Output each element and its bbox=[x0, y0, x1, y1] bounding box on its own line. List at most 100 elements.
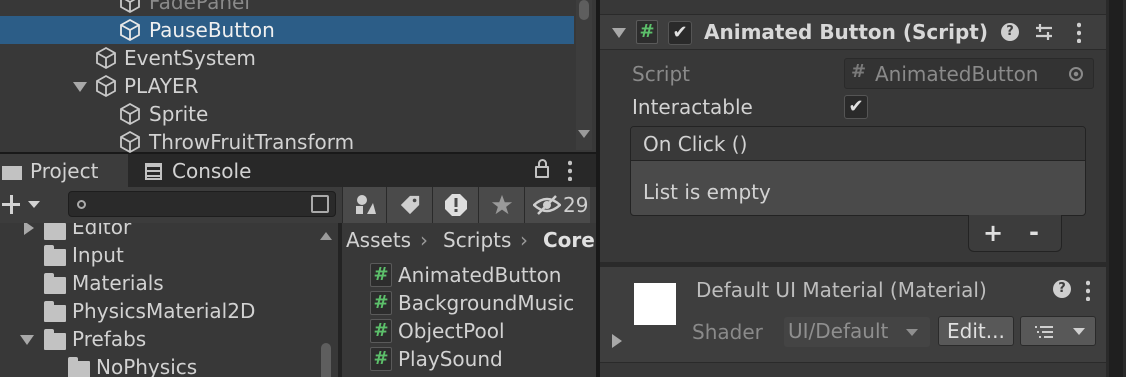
hierarchy-item-label: EventSystem bbox=[124, 46, 256, 70]
hidden-count: 29 bbox=[563, 193, 589, 217]
favorites-button[interactable] bbox=[478, 187, 524, 223]
script-value: AnimatedButton bbox=[875, 62, 1039, 86]
foldout-arrow-icon[interactable] bbox=[612, 28, 626, 38]
folder-label: Input bbox=[72, 243, 124, 267]
project-toolbar: 29 bbox=[0, 187, 596, 223]
scrollbar-thumb[interactable] bbox=[1109, 0, 1123, 377]
hierarchy-item-sprite[interactable]: Sprite bbox=[0, 100, 574, 128]
file-browser: Assets › Scripts › Core # AnimatedButton… bbox=[342, 223, 596, 377]
folder-item-materials[interactable]: Materials bbox=[0, 269, 316, 297]
component-header[interactable]: # ✔ Animated Button (Script) ? bbox=[600, 14, 1106, 50]
tab-console-label: Console bbox=[172, 159, 252, 183]
lock-shackle-icon bbox=[538, 159, 547, 168]
folder-open-icon bbox=[44, 329, 66, 350]
inspector-scrollbar[interactable] bbox=[1106, 0, 1126, 377]
file-item-animatedbutton[interactable]: # AnimatedButton bbox=[342, 261, 596, 289]
search-by-type-button[interactable] bbox=[342, 187, 386, 223]
csharp-script-icon: # bbox=[370, 347, 392, 371]
search-by-importlog-button[interactable] bbox=[432, 187, 478, 223]
add-listener-button[interactable]: + bbox=[983, 219, 1003, 247]
breadcrumb-item-scripts[interactable]: Scripts bbox=[443, 226, 511, 254]
help-icon[interactable]: ? bbox=[1053, 280, 1071, 298]
breadcrumb-item-core[interactable]: Core bbox=[543, 226, 595, 254]
interactable-checkbox[interactable]: ✔ bbox=[844, 95, 868, 119]
hierarchy-scrollbar[interactable] bbox=[576, 0, 592, 150]
more-menu-icon[interactable] bbox=[1086, 279, 1090, 301]
folder-icon bbox=[68, 357, 90, 377]
file-item-playsound[interactable]: # PlaySound bbox=[342, 345, 596, 373]
more-menu-icon[interactable] bbox=[568, 159, 572, 181]
shader-value: UI/Default bbox=[788, 319, 889, 343]
tab-project[interactable]: Project bbox=[0, 154, 128, 187]
folder-icon bbox=[44, 301, 66, 322]
component-title: Animated Button (Script) bbox=[704, 20, 988, 44]
hierarchy-item-eventsystem[interactable]: EventSystem bbox=[0, 44, 574, 72]
folder-icon bbox=[2, 166, 22, 180]
create-button[interactable] bbox=[0, 187, 46, 223]
scroll-up-icon[interactable] bbox=[320, 232, 332, 240]
help-icon[interactable]: ? bbox=[1001, 23, 1019, 41]
remove-listener-button[interactable]: - bbox=[1029, 218, 1039, 246]
console-icon bbox=[145, 163, 162, 180]
folder-item-input[interactable]: Input bbox=[0, 241, 316, 269]
expand-arrow-icon[interactable] bbox=[20, 335, 34, 345]
material-preview[interactable] bbox=[634, 283, 676, 325]
expand-arrow-icon[interactable] bbox=[73, 82, 87, 92]
edit-shader-label: Edit... bbox=[947, 319, 1005, 343]
file-item-backgroundmusic[interactable]: # BackgroundMusic bbox=[342, 289, 596, 317]
object-picker-icon[interactable] bbox=[1069, 67, 1083, 81]
hierarchy-item-player[interactable]: PLAYER bbox=[0, 72, 574, 100]
component-enabled-checkbox[interactable]: ✔ bbox=[668, 21, 692, 45]
onclick-event: On Click () List is empty bbox=[630, 126, 1086, 216]
breadcrumb: Assets › Scripts › Core bbox=[342, 223, 596, 257]
folder-tree: Editor Input Materials PhysicsMaterial2D… bbox=[0, 223, 338, 377]
folder-item-prefabs[interactable]: Prefabs bbox=[0, 325, 316, 353]
folder-icon bbox=[44, 245, 66, 266]
more-menu-icon[interactable] bbox=[1077, 21, 1081, 43]
foldout-arrow-icon[interactable] bbox=[612, 334, 622, 348]
csharp-script-icon: # bbox=[370, 291, 392, 315]
tab-console[interactable]: Console bbox=[136, 154, 286, 187]
breadcrumb-separator-icon: › bbox=[520, 228, 528, 252]
folder-item-physicsmaterial2d[interactable]: PhysicsMaterial2D bbox=[0, 297, 316, 325]
folder-tree-scrollbar[interactable] bbox=[318, 223, 334, 377]
hierarchy-item-label: PLAYER bbox=[124, 74, 199, 98]
tab-project-label: Project bbox=[30, 159, 99, 183]
hierarchy-item-fadepanel[interactable]: FadePanel bbox=[0, 0, 576, 16]
search-by-label-button[interactable] bbox=[386, 187, 432, 223]
hierarchy-item-label: ThrowFruitTransform bbox=[149, 130, 355, 154]
tag-icon bbox=[400, 195, 419, 215]
scrollbar-thumb[interactable] bbox=[579, 0, 589, 20]
script-label: Script bbox=[632, 62, 691, 86]
scroll-down-icon[interactable] bbox=[578, 130, 590, 138]
search-input[interactable] bbox=[68, 191, 336, 217]
eye-hidden-icon bbox=[533, 195, 561, 215]
file-item-objectpool[interactable]: # ObjectPool bbox=[342, 317, 596, 345]
folder-item-nophysics[interactable]: NoPhysics bbox=[0, 353, 316, 377]
plus-icon-vertical bbox=[9, 195, 13, 214]
inspector-panel: # ✔ Animated Button (Script) ? Script # … bbox=[600, 0, 1106, 377]
hierarchy-item-pausebutton[interactable]: PauseButton bbox=[0, 16, 574, 44]
presets-icon[interactable] bbox=[1034, 22, 1054, 42]
expand-arrow-icon[interactable] bbox=[24, 223, 34, 235]
edit-shader-button[interactable]: Edit... bbox=[938, 316, 1014, 346]
hierarchy-item-label: FadePanel bbox=[149, 0, 250, 14]
scrollbar-thumb[interactable] bbox=[321, 343, 331, 377]
file-label: AnimatedButton bbox=[398, 263, 562, 287]
folder-item-editor[interactable]: Editor bbox=[0, 223, 316, 241]
hierarchy-item-label: Sprite bbox=[149, 102, 209, 126]
shader-label: Shader bbox=[692, 320, 763, 344]
search-popout-icon[interactable] bbox=[311, 195, 329, 213]
hidden-packages-button[interactable]: 29 bbox=[524, 187, 590, 223]
list-icon bbox=[1035, 326, 1053, 338]
file-label: PlaySound bbox=[398, 347, 503, 371]
breadcrumb-item-assets[interactable]: Assets bbox=[346, 226, 411, 254]
csharp-script-icon: # bbox=[851, 61, 867, 82]
csharp-script-icon: # bbox=[636, 20, 658, 44]
hierarchy-item-throwfruittransform[interactable]: ThrowFruitTransform bbox=[0, 128, 574, 156]
folder-icon bbox=[44, 223, 66, 240]
shader-dropdown[interactable]: UI/Default bbox=[784, 317, 930, 347]
breadcrumb-separator-icon: › bbox=[420, 228, 428, 252]
shapes-icon bbox=[355, 195, 376, 214]
shader-options-dropdown[interactable] bbox=[1020, 316, 1096, 346]
